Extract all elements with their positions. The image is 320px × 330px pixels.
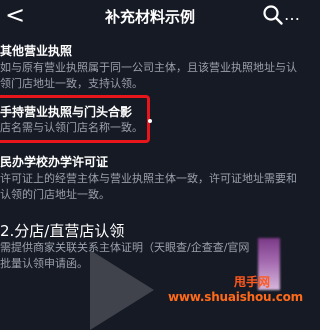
search-icon[interactable] [262, 4, 284, 26]
watermark-url: www.shuaishou.com [168, 290, 303, 304]
section-text-line: 许可证上的经营主体与营业执照主体一致，许可证地址需要和 [0, 172, 297, 185]
section-heading-large: 2.分店/直营店认领 [0, 222, 125, 240]
section-heading: 民办学校办学许可证 [0, 155, 109, 169]
watermark-label: 甩手网 [234, 275, 271, 289]
section-heading: 其他营业执照 [0, 44, 73, 58]
top-bar: < 补充材料示例 … [0, 0, 300, 32]
more-icon[interactable]: … [284, 4, 300, 26]
section-text-line: 领门店地址一致，支持认领。 [0, 77, 143, 90]
section-text-line: 认领的门店地址一致。 [0, 188, 110, 201]
section-text-line: 店名需与认领门店名称一致。 [0, 121, 143, 134]
page-title: 补充材料示例 [104, 8, 195, 26]
play-icon[interactable] [90, 250, 154, 330]
section-text-line: 如与原有营业执照属于同一公司主体，且该营业执照地址与认 [0, 61, 297, 74]
section-heading: 手持营业执照与门头合影 [0, 105, 133, 119]
